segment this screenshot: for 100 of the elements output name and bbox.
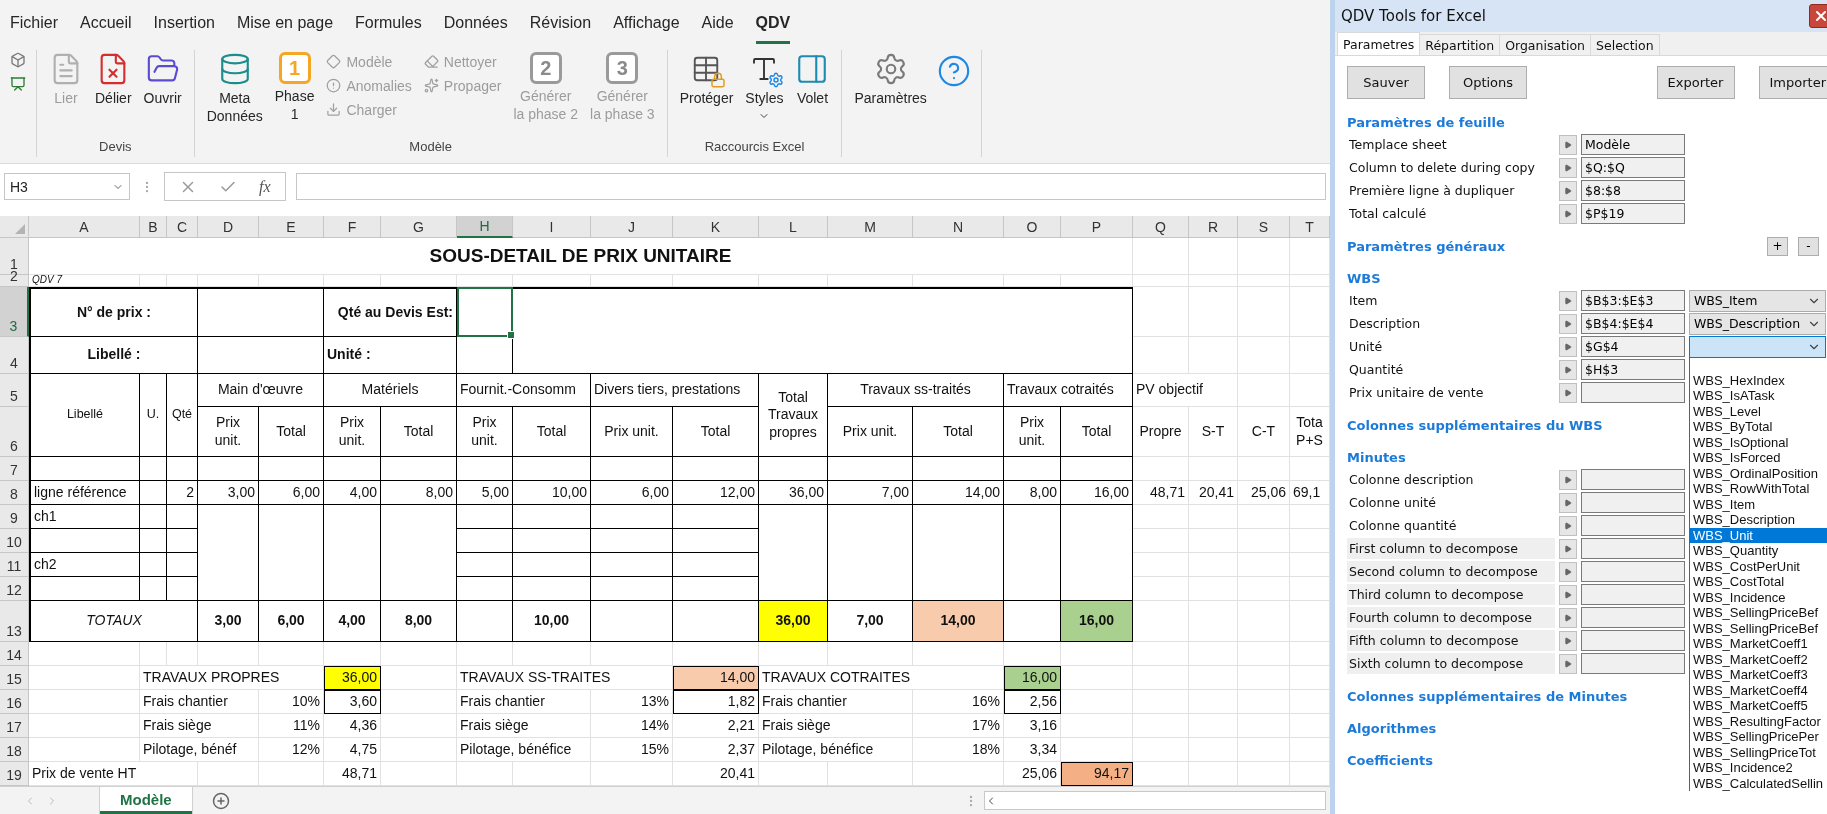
picker-button[interactable] [1559,203,1577,224]
panel-tab[interactable]: Organisation [1499,34,1592,55]
ribbon-button[interactable]: 1 Phase 1 [272,49,317,126]
dropdown-option[interactable]: WBS_MarketCoeff3 [1690,667,1827,683]
ribbon-tab[interactable]: Données [443,7,508,44]
ribbon-button[interactable]: Meta Données [204,49,265,128]
column-header[interactable]: H [457,216,513,238]
dropdown-option[interactable]: WBS_RowWithTotal [1690,481,1827,497]
row-header[interactable]: 19 [0,762,29,786]
row-header[interactable]: 15 [0,666,29,690]
picker-button[interactable] [1559,538,1577,559]
easel-icon[interactable] [10,75,26,92]
cube-icon[interactable] [10,51,26,68]
dropdown-option[interactable]: WBS_ByTotal [1690,419,1827,435]
action-button[interactable]: Exporter [1656,66,1735,99]
range-field[interactable] [1581,492,1685,513]
column-header[interactable]: F [324,216,381,238]
picker-button[interactable] [1559,515,1577,536]
range-field[interactable]: $H$3 [1581,359,1685,380]
range-field[interactable]: $8:$8 [1581,180,1685,201]
ribbon-tab[interactable]: Révision [529,7,592,44]
range-field[interactable] [1581,584,1685,605]
range-field[interactable]: $B$3:$E$3 [1581,290,1685,311]
dropdown[interactable]: WBS_Description [1689,312,1826,335]
picker-button[interactable] [1559,157,1577,178]
column-header[interactable]: G [381,216,457,238]
ribbon-tab[interactable]: Affichage [613,7,680,44]
sheet-tab[interactable]: Modèle [100,787,192,814]
dropdown-option[interactable]: WBS_Item [1690,496,1827,512]
range-field[interactable] [1581,382,1685,403]
dropdown[interactable] [1689,335,1826,358]
dropdown-option[interactable]: WBS_ResultingFactor [1690,713,1827,729]
ribbon-button[interactable]: Styles [743,49,786,124]
row-header[interactable]: 11 [0,553,29,577]
dropdown-option[interactable]: WBS_MarketCoeff2 [1690,651,1827,667]
dropdown-option[interactable]: WBS_Incidence [1690,589,1827,605]
picker-button[interactable] [1559,492,1577,513]
row-header[interactable]: 8 [0,481,29,505]
column-header[interactable]: R [1189,216,1238,238]
dropdown-option[interactable]: WBS_CostPerUnit [1690,558,1827,574]
dropdown-option[interactable]: WBS_SellingPriceBef [1690,620,1827,636]
range-field[interactable] [1581,515,1685,536]
range-field[interactable]: $P$19 [1581,203,1685,224]
column-header[interactable]: T [1290,216,1330,238]
row-header[interactable]: 10 [0,529,29,553]
ribbon-button[interactable]: Volet [793,49,832,109]
picker-button[interactable] [1559,180,1577,201]
picker-button[interactable] [1559,313,1577,334]
panel-tab[interactable]: Selection [1590,34,1660,55]
range-field[interactable]: $Q:$Q [1581,157,1685,178]
range-field[interactable]: $G$4 [1581,336,1685,357]
picker-button[interactable] [1559,561,1577,582]
row-header[interactable]: 12 [0,577,29,601]
row-header[interactable]: 17 [0,714,29,738]
row-header[interactable]: 6 [0,407,29,457]
scrollbar[interactable] [984,791,1326,810]
picker-button[interactable] [1559,584,1577,605]
dropdown-option[interactable]: WBS_Unit [1690,527,1827,543]
dropdown[interactable]: WBS_Item [1689,289,1826,312]
ribbon-tab[interactable]: Insertion [153,7,215,44]
add-sheet-icon[interactable] [211,791,230,810]
ribbon-tab[interactable]: Aide [701,7,734,44]
action-button[interactable]: Sauver [1347,66,1425,99]
column-header[interactable]: J [591,216,673,238]
column-header[interactable]: K [673,216,759,238]
picker-button[interactable] [1559,653,1577,674]
range-field[interactable] [1581,630,1685,651]
range-field[interactable] [1581,561,1685,582]
ribbon-tab[interactable]: Fichier [10,7,58,44]
dropdown-option[interactable]: WBS_IsForced [1690,450,1827,466]
function-button[interactable]: fx [259,177,271,196]
column-header[interactable]: L [759,216,828,238]
ribbon-button[interactable]: Délier [93,49,134,109]
cell-selection[interactable] [457,287,513,337]
ribbon-tab[interactable]: Mise en page [236,7,334,44]
column-header[interactable]: P [1061,216,1133,238]
range-field[interactable] [1581,469,1685,490]
row-header[interactable]: 14 [0,642,29,666]
picker-button[interactable] [1559,607,1577,628]
dropdown-option[interactable]: WBS_IsATask [1690,388,1827,404]
row-header[interactable]: 16 [0,690,29,714]
picker-button[interactable] [1559,630,1577,651]
dropdown-option[interactable]: WBS_Quantity [1690,543,1827,559]
name-box[interactable]: H3 [4,173,130,201]
row-header[interactable]: 4 [0,337,29,374]
row-header[interactable]: 13 [0,601,29,642]
column-header[interactable]: I [513,216,591,238]
dropdown-option[interactable]: WBS_OrdinalPosition [1690,465,1827,481]
column-header[interactable]: M [828,216,913,238]
picker-button[interactable] [1559,290,1577,311]
column-header[interactable]: O [1004,216,1061,238]
ribbon-button[interactable]: Ouvrir [141,49,184,109]
range-field[interactable] [1581,607,1685,628]
column-header[interactable]: E [259,216,324,238]
formula-input[interactable] [295,173,1326,201]
ribbon-button[interactable]: Protéger [677,49,736,109]
picker-button[interactable] [1559,359,1577,380]
ribbon-button[interactable]: Paramètres [852,49,929,109]
dropdown-option[interactable]: WBS_SellingPricePer [1690,729,1827,745]
range-field[interactable]: $B$4:$E$4 [1581,313,1685,334]
